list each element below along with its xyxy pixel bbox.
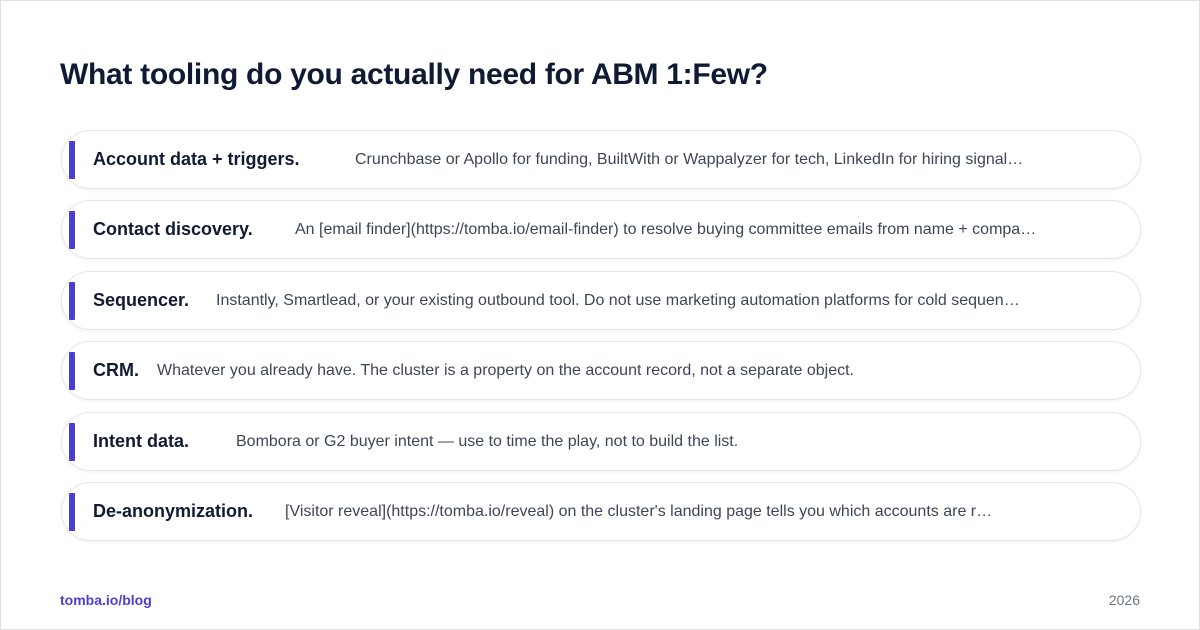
item-label: Sequencer. bbox=[93, 289, 190, 310]
page-title: What tooling do you actually need for AB… bbox=[60, 58, 768, 91]
accent-bar bbox=[69, 352, 75, 391]
item-label: Contact discovery. bbox=[93, 219, 253, 240]
item-label: Account data + triggers. bbox=[93, 149, 300, 169]
list-item-intent-data: Intent data. Bombora or G2 buyer intent … bbox=[61, 411, 1141, 471]
list-item-crm: CRM. Whatever you already have. The clus… bbox=[61, 341, 1141, 401]
accent-bar bbox=[69, 492, 75, 531]
list-item-sequencer: Sequencer. Instantly, Smartlead, or your… bbox=[61, 270, 1141, 330]
accent-bar bbox=[69, 422, 75, 461]
item-description: Bombora or G2 buyer intent — use to time… bbox=[236, 432, 739, 450]
list-item-account-data: Account data + triggers. Crunchbase or A… bbox=[61, 130, 1141, 189]
item-description: Whatever you already have. The cluster i… bbox=[157, 362, 854, 380]
blog-card: What tooling do you actually need for AB… bbox=[0, 0, 1200, 630]
accent-bar bbox=[69, 281, 75, 320]
accent-bar bbox=[69, 141, 75, 179]
footer-year: 2026 bbox=[1108, 592, 1140, 608]
item-description: Instantly, Smartlead, or your existing o… bbox=[216, 291, 1020, 309]
item-description: [Visitor reveal](https://tomba.io/reveal… bbox=[285, 502, 993, 520]
list-item-de-anonymization: De-anonymization. [Visitor reveal](https… bbox=[61, 481, 1141, 541]
accent-bar bbox=[69, 211, 75, 250]
item-label: CRM. bbox=[93, 360, 139, 381]
footer-source: tomba.io/blog bbox=[60, 592, 152, 608]
tooling-list: Account data + triggers. Crunchbase or A… bbox=[61, 130, 1141, 552]
list-item-contact-discovery: Contact discovery. An [email finder](htt… bbox=[61, 200, 1141, 260]
item-label: Intent data. bbox=[93, 430, 190, 451]
item-label: De-anonymization. bbox=[93, 500, 254, 521]
item-description: Crunchbase or Apollo for funding, BuiltW… bbox=[355, 151, 1024, 168]
item-description: An [email finder](https://tomba.io/email… bbox=[295, 221, 1037, 239]
